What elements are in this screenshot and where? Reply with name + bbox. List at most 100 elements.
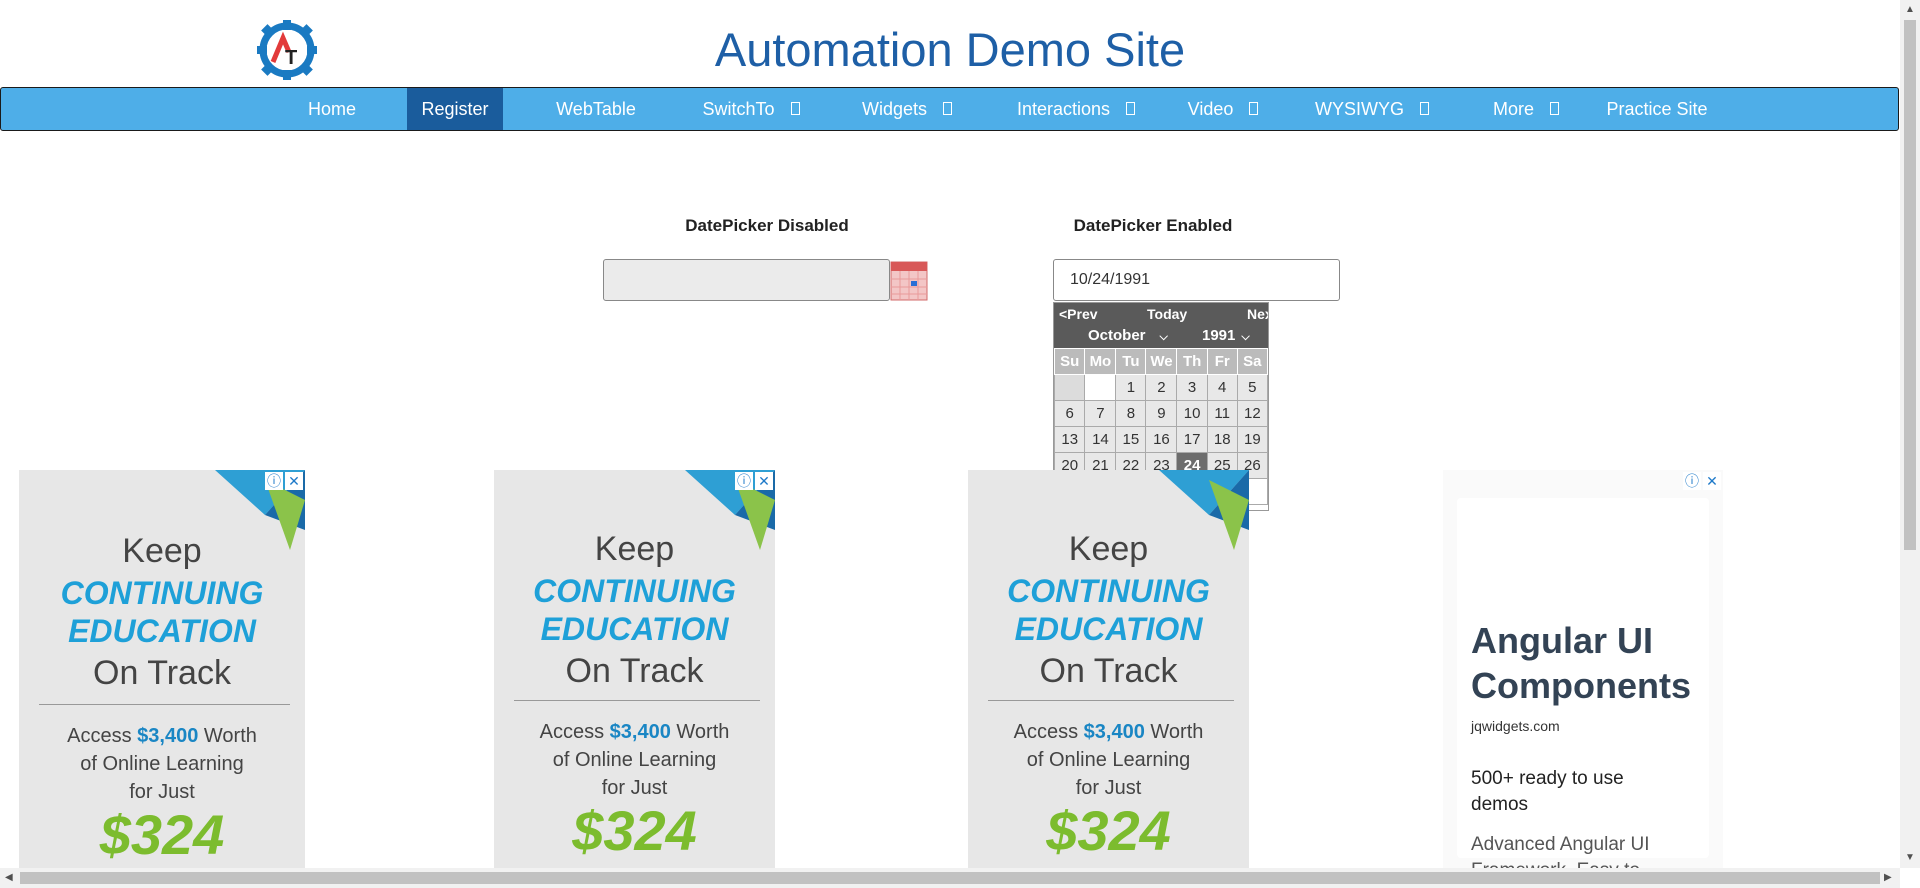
calendar-empty-cell (1084, 374, 1117, 401)
close-icon[interactable]: ✕ (1703, 472, 1721, 490)
nav-more[interactable]: More (1481, 88, 1571, 130)
ad-jqwidgets[interactable]: ⓘ ✕ Angular UI Components jqwidgets.com … (1443, 470, 1723, 868)
weekday-header: Tu (1115, 348, 1147, 375)
ad-access-line: Access $3,400 Worth (494, 718, 775, 746)
nav-practice-site[interactable]: Practice Site (1597, 88, 1717, 130)
calendar-empty-cell (1054, 374, 1086, 401)
ad-price: $324 (1046, 799, 1171, 862)
calendar-day[interactable]: 15 (1115, 426, 1147, 453)
weekday-header: We (1145, 348, 1178, 375)
ad-access-line: of Online Learning (552, 749, 717, 771)
ad-continuing: CONTINUING (1007, 573, 1210, 609)
ad-divider (514, 700, 760, 701)
site-title: Automation Demo Site (714, 23, 1186, 76)
vertical-scrollbar[interactable]: ▲ ▼ (1900, 0, 1920, 868)
main-nav: Home Register WebTable SwitchTo Widgets … (0, 87, 1899, 131)
nav-widgets[interactable]: Widgets (847, 88, 967, 130)
ad-amount: $3,400 (1083, 721, 1145, 743)
nav-wysiwyg-label: WYSIWYG (1315, 99, 1404, 119)
calendar-header: <Prev Today Next October ⌵ 1991 ⌵ (1054, 303, 1268, 348)
nav-register[interactable]: Register (407, 88, 503, 130)
calendar-day[interactable]: 1 (1115, 374, 1147, 401)
ad-education: EDUCATION (68, 613, 256, 649)
calendar-day[interactable]: 19 (1236, 426, 1268, 453)
scroll-up-icon[interactable]: ▲ (1905, 4, 1915, 15)
info-icon[interactable]: ⓘ (735, 472, 753, 490)
datepicker-enabled-input[interactable]: 10/24/1991 (1053, 259, 1340, 301)
ad-access-text: Access (539, 721, 605, 743)
calendar-day[interactable]: 6 (1054, 400, 1086, 427)
weekday-header: Mo (1084, 348, 1117, 375)
nav-wysiwyg[interactable]: WYSIWYG (1307, 88, 1437, 130)
close-icon[interactable]: ✕ (285, 472, 303, 490)
calendar-today[interactable]: Today (1147, 306, 1187, 322)
submenu-icon (1126, 101, 1136, 115)
calendar-month: October (1088, 327, 1146, 344)
calendar-day[interactable]: 4 (1206, 374, 1238, 401)
nav-home[interactable]: Home (295, 88, 369, 130)
ad-keep: Keep (1068, 530, 1149, 568)
ad-controls: ⓘ ✕ (1681, 472, 1721, 490)
datepicker-disabled-input (603, 259, 890, 301)
calendar-prev[interactable]: <Prev (1059, 306, 1098, 322)
calendar-day[interactable]: 10 (1176, 400, 1208, 427)
nav-video-label: Video (1187, 99, 1234, 119)
weekday-header: Th (1176, 348, 1208, 375)
ad-access-text: Worth (1150, 721, 1204, 743)
ad-amount: $3,400 (609, 721, 671, 743)
info-icon[interactable]: ⓘ (265, 472, 283, 490)
calendar-day[interactable]: 3 (1176, 374, 1208, 401)
horizontal-scroll-thumb[interactable] (20, 872, 1880, 884)
scroll-right-icon[interactable]: ▶ (1884, 872, 1892, 883)
calendar-day[interactable]: 13 (1054, 426, 1086, 453)
calendar-day[interactable]: 16 (1145, 426, 1178, 453)
datepicker-enabled-label: DatePicker Enabled (1073, 216, 1233, 235)
nav-switchto[interactable]: SwitchTo (691, 88, 811, 130)
ad-on-track: On Track (565, 652, 704, 690)
calendar-day[interactable]: 17 (1176, 426, 1208, 453)
calendar-day[interactable]: 12 (1236, 400, 1268, 427)
ad-keep: Keep (594, 530, 675, 568)
calendar-day[interactable]: 2 (1145, 374, 1178, 401)
calendar-year: 1991 (1202, 327, 1236, 344)
nav-webtable[interactable]: WebTable (541, 88, 651, 130)
scroll-down-icon[interactable]: ▼ (1905, 852, 1915, 863)
calendar-month-select[interactable]: October ⌵ (1088, 327, 1168, 344)
calendar-day[interactable]: 11 (1206, 400, 1238, 427)
submenu-icon (943, 101, 953, 115)
vertical-scroll-thumb[interactable] (1904, 20, 1916, 550)
calendar-day[interactable]: 18 (1206, 426, 1238, 453)
calendar-day[interactable]: 7 (1084, 400, 1117, 427)
weekday-header: Su (1054, 348, 1086, 375)
submenu-icon (1550, 101, 1559, 115)
ad-education: EDUCATION (540, 611, 729, 647)
ad-education: EDUCATION (1014, 611, 1203, 647)
ad-access-text: Worth (676, 721, 730, 743)
ad-card: Angular UI Components jqwidgets.com 500+… (1457, 498, 1709, 868)
ad-continuing: CONTINUING (60, 575, 264, 611)
ad-on-track: On Track (93, 654, 231, 692)
close-icon[interactable]: ✕ (755, 472, 773, 490)
calendar-next[interactable]: Next (1247, 306, 1268, 322)
ad-banner[interactable]: Keep CONTINUING EDUCATION On Track Acces… (968, 470, 1249, 868)
horizontal-scrollbar[interactable]: ◀ ▶ (0, 868, 1900, 888)
scroll-left-icon[interactable]: ◀ (5, 872, 13, 883)
calendar-day[interactable]: 9 (1145, 400, 1178, 427)
nav-interactions[interactable]: Interactions (1001, 88, 1151, 130)
calendar-icon[interactable] (890, 258, 928, 302)
ad-access-text: Access (1013, 721, 1079, 743)
calendar-day[interactable]: 14 (1084, 426, 1117, 453)
datepicker-disabled-label: DatePicker Disabled (685, 216, 849, 235)
calendar-day[interactable]: 5 (1236, 374, 1268, 401)
info-icon[interactable]: ⓘ (1683, 472, 1701, 490)
calendar-day[interactable]: 8 (1115, 400, 1147, 427)
nav-video[interactable]: Video (1173, 88, 1273, 130)
ad-banner[interactable]: ⓘ ✕ Keep CONTINUING EDUCATION On Track A… (494, 470, 775, 868)
ad-continuing: CONTINUING (533, 573, 736, 609)
chevron-down-icon: ⌵ (1241, 331, 1250, 343)
calendar-year-select[interactable]: 1991 ⌵ (1202, 327, 1250, 344)
ad-controls: ⓘ ✕ (263, 472, 303, 490)
ad-access-text: Worth (203, 725, 257, 747)
nav-more-label: More (1492, 99, 1534, 119)
ad-banner[interactable]: ⓘ ✕ Keep CONTINUING EDUCATION On Track A… (19, 470, 305, 868)
